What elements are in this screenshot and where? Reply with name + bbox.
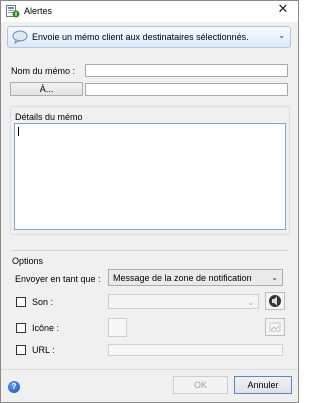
icon-label: Icône : <box>32 323 60 333</box>
app-icon <box>6 5 20 18</box>
send-as-label: Envoyer en tant que : <box>15 274 101 284</box>
picture-icon <box>269 322 281 332</box>
close-icon[interactable]: ✕ <box>276 3 290 17</box>
message-bubble-icon <box>12 30 28 44</box>
url-label: URL : <box>32 345 55 355</box>
memo-details-label: Détails du mémo <box>15 112 83 122</box>
alerts-dialog: Alertes ✕ Envoie un mémo client aux dest… <box>0 0 299 403</box>
memo-details-textarea[interactable] <box>14 123 286 230</box>
icon-preview <box>108 318 127 337</box>
text-caret <box>18 127 19 136</box>
url-field[interactable] <box>108 344 283 356</box>
speaker-icon <box>269 295 281 307</box>
chevron-down-icon: ⌄ <box>247 298 254 307</box>
chevron-down-icon: ⌄ <box>271 273 278 282</box>
help-icon[interactable]: ? <box>8 381 20 393</box>
sound-checkbox[interactable] <box>16 297 26 307</box>
sound-label: Son : <box>32 297 54 307</box>
play-sound-button[interactable] <box>265 292 285 310</box>
sound-select[interactable]: ⌄ <box>108 294 259 309</box>
memo-name-field[interactable] <box>85 64 288 77</box>
options-label: Options <box>12 256 44 266</box>
ok-button[interactable]: OK <box>173 376 228 394</box>
chevron-down-icon: ⌄ <box>278 31 285 40</box>
send-as-value: Message de la zone de notification <box>113 273 252 283</box>
url-checkbox[interactable] <box>16 345 26 355</box>
footer-divider <box>1 369 298 370</box>
dialog-footer: ? OK Annuler <box>1 372 298 402</box>
send-as-select[interactable]: Message de la zone de notification ⌄ <box>108 269 283 286</box>
action-selector[interactable]: Envoie un mémo client aux destinataires … <box>7 26 291 48</box>
icon-checkbox[interactable] <box>16 323 26 333</box>
options-divider <box>11 250 289 251</box>
memo-name-label: Nom du mémo : <box>11 66 76 76</box>
cancel-button[interactable]: Annuler <box>234 376 292 394</box>
action-label: Envoie un mémo client aux destinataires … <box>32 32 249 42</box>
window-title: Alertes <box>24 6 53 16</box>
to-button[interactable]: À... <box>10 82 83 96</box>
title-bar: Alertes ✕ <box>1 1 298 22</box>
browse-icon-button[interactable] <box>265 318 285 336</box>
recipients-field[interactable] <box>85 83 288 96</box>
